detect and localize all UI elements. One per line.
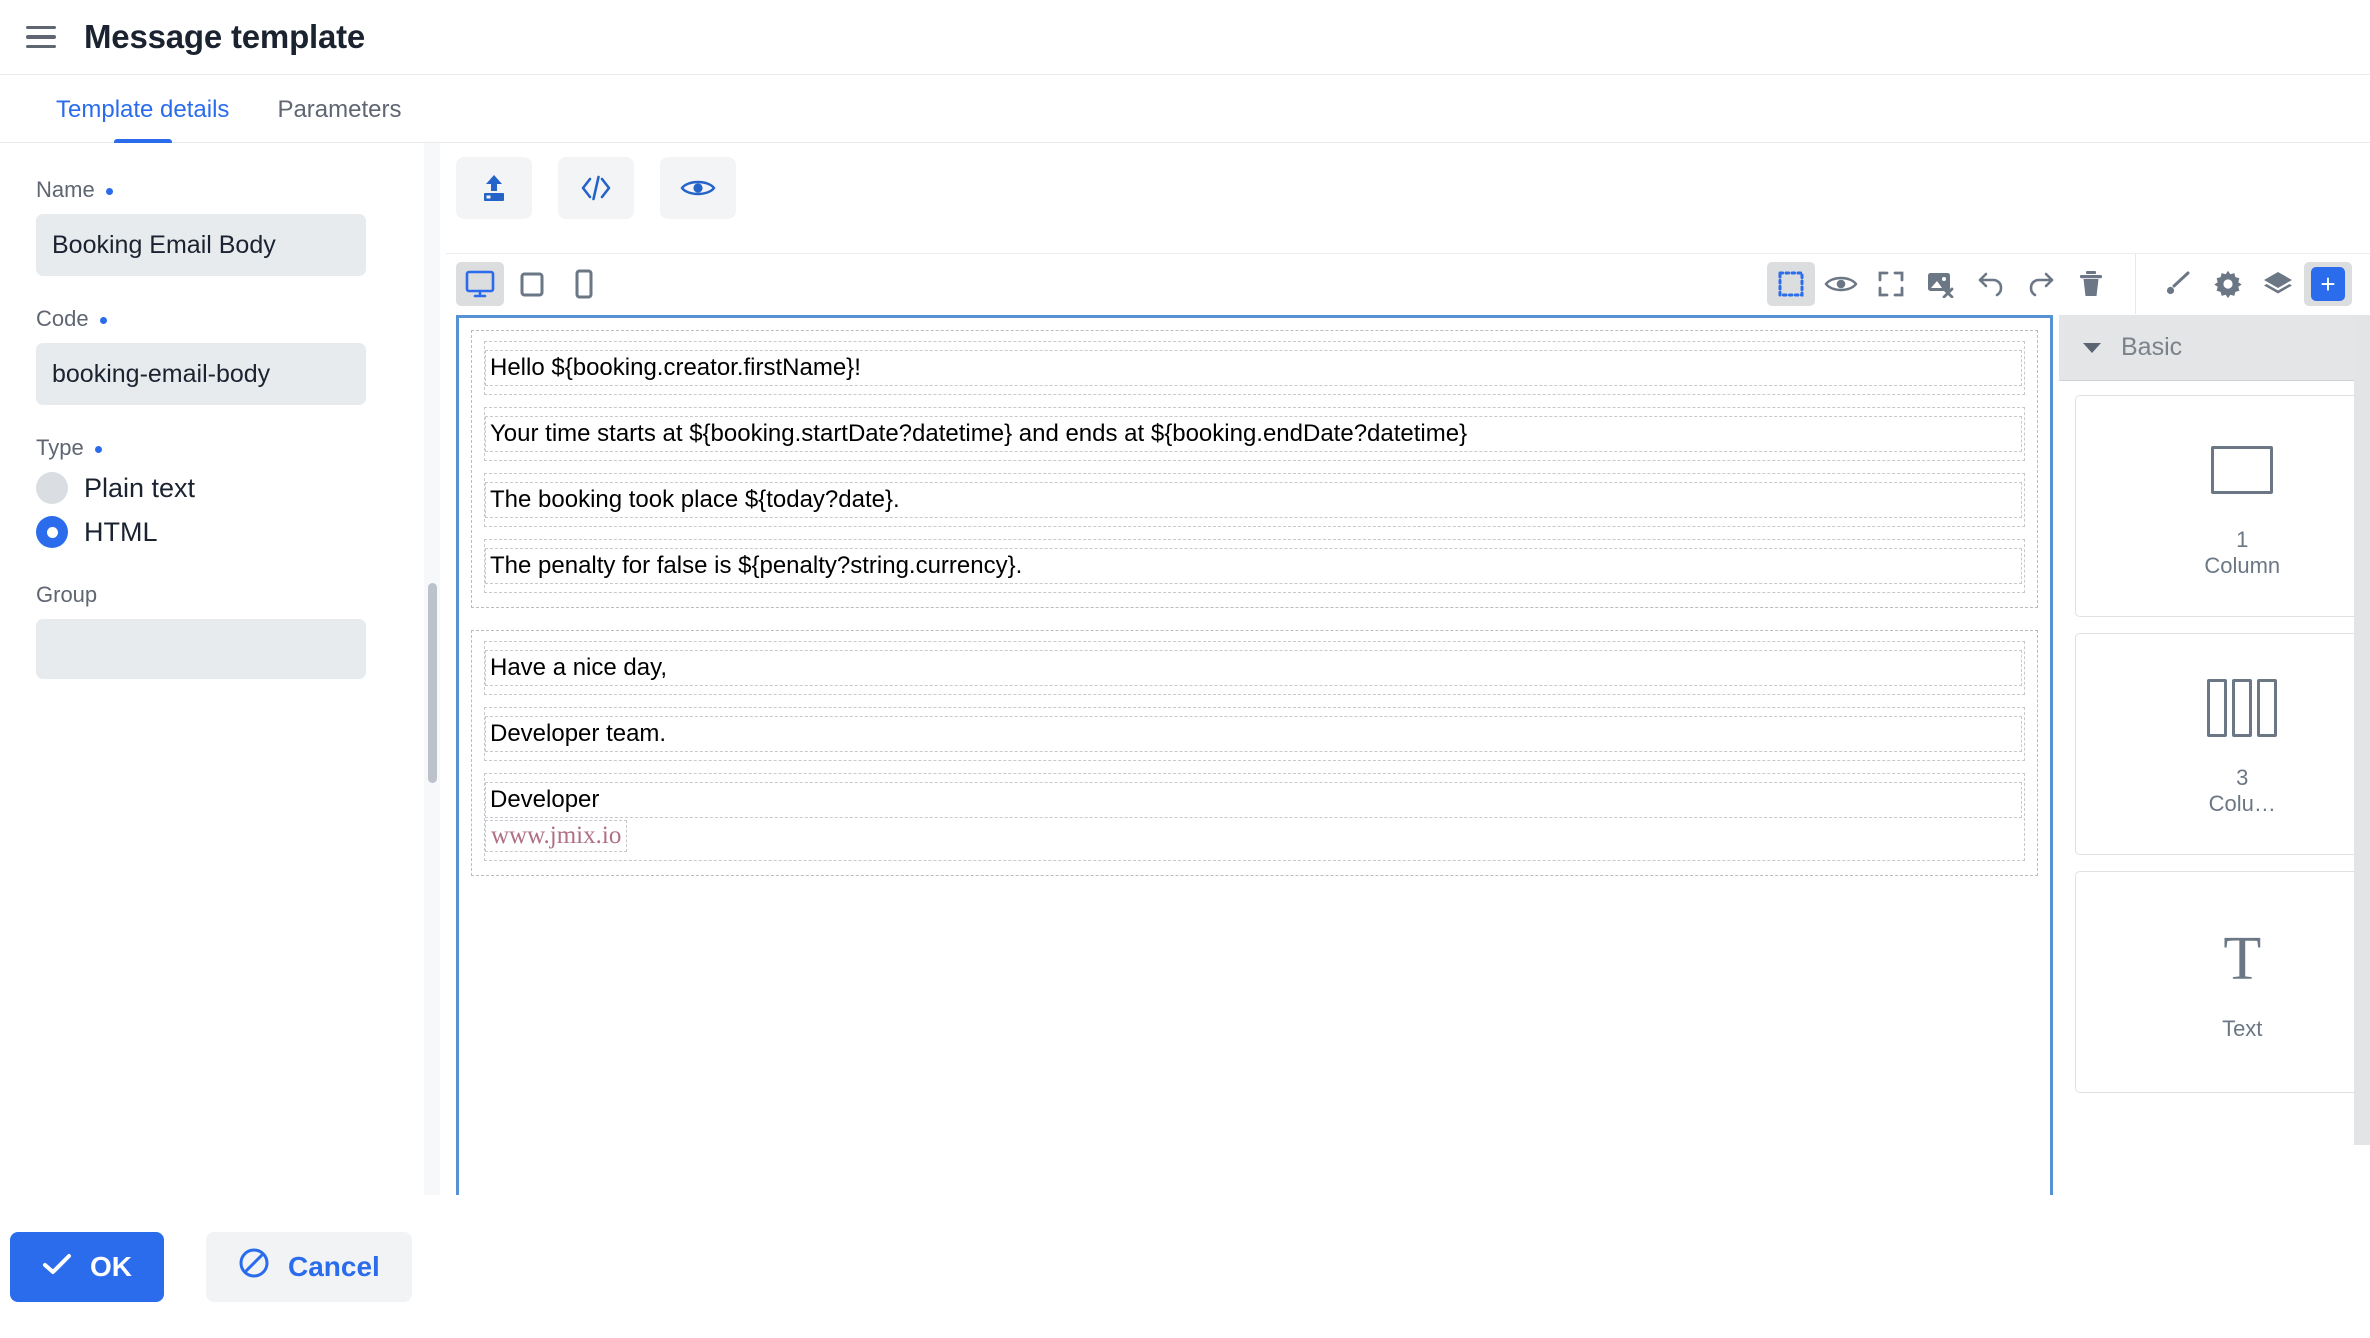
block-3-columns[interactable]: 3 Colu… bbox=[2075, 633, 2370, 855]
plus-glyph: + bbox=[2311, 266, 2345, 301]
trash-icon[interactable] bbox=[2067, 262, 2115, 306]
form-scrollbar-thumb[interactable] bbox=[428, 583, 437, 783]
layers-icon[interactable] bbox=[2254, 262, 2302, 306]
radio-html-indicator bbox=[36, 516, 68, 548]
canvas-row[interactable]: Developer team. bbox=[484, 707, 2025, 761]
canvas-section[interactable]: Hello ${booking.creator.firstName}! Your… bbox=[471, 330, 2038, 608]
canvas-row[interactable]: Your time starts at ${booking.startDate?… bbox=[484, 407, 2025, 461]
radio-plain-text-indicator bbox=[36, 472, 68, 504]
brush-icon[interactable] bbox=[2154, 262, 2202, 306]
group-field bbox=[36, 619, 366, 679]
canvas-link[interactable]: www.jmix.io bbox=[485, 820, 628, 852]
cancel-button-label: Cancel bbox=[288, 1250, 380, 1282]
radio-html-label: HTML bbox=[84, 516, 158, 547]
workspace: Name Code Type Plain text HTML Group bbox=[0, 143, 2370, 1338]
panel-switcher: + bbox=[2154, 261, 2370, 306]
tab-template-details[interactable]: Template details bbox=[56, 96, 229, 142]
blocks-category-basic[interactable]: Basic bbox=[2059, 315, 2370, 381]
radio-html[interactable]: HTML bbox=[36, 516, 384, 548]
canvas-text-cell[interactable]: Developer bbox=[485, 782, 2022, 818]
image-off-icon[interactable] bbox=[1917, 262, 1965, 306]
name-label-text: Name bbox=[36, 177, 95, 202]
type-label-text: Type bbox=[36, 435, 84, 460]
email-canvas[interactable]: Hello ${booking.creator.firstName}! Your… bbox=[456, 315, 2053, 1334]
device-switcher bbox=[446, 261, 608, 306]
canvas-row[interactable]: The penalty for false is ${penalty?strin… bbox=[484, 539, 2025, 593]
type-field-label: Type bbox=[36, 435, 384, 461]
group-input[interactable] bbox=[36, 619, 366, 679]
check-icon bbox=[42, 1251, 72, 1283]
group-field-label: Group bbox=[36, 582, 384, 608]
required-dot-icon bbox=[99, 316, 107, 324]
block-label: Text bbox=[2222, 1016, 2263, 1042]
upload-icon[interactable] bbox=[456, 157, 532, 219]
one-column-icon bbox=[2211, 433, 2274, 507]
canvas-section[interactable]: Have a nice day, Developer team. Develop… bbox=[471, 630, 2038, 876]
block-1-column[interactable]: 1 Column bbox=[2075, 395, 2370, 617]
toolbar-divider bbox=[2135, 253, 2136, 314]
required-dot-icon bbox=[94, 445, 102, 453]
group-label-text: Group bbox=[36, 582, 98, 607]
blocks-panel-scrollbar[interactable] bbox=[2354, 315, 2370, 1334]
radio-plain-text-label: Plain text bbox=[84, 472, 196, 503]
editor-action-bar bbox=[446, 143, 2370, 219]
canvas-text-cell[interactable]: Hello ${booking.creator.firstName}! bbox=[485, 350, 2022, 386]
canvas-toolbar: + bbox=[446, 253, 2370, 314]
tablet-icon[interactable] bbox=[508, 262, 556, 306]
canvas-text-cell[interactable]: Have a nice day, bbox=[485, 650, 2022, 686]
code-icon[interactable] bbox=[558, 157, 634, 219]
hamburger-menu-icon[interactable] bbox=[18, 14, 64, 60]
ok-button-label: OK bbox=[90, 1250, 132, 1282]
block-text[interactable]: T Text bbox=[2075, 871, 2370, 1093]
canvas-row[interactable]: The booking took place ${today?date}. bbox=[484, 473, 2025, 527]
redo-icon[interactable] bbox=[2017, 262, 2065, 306]
caret-down-icon bbox=[2083, 342, 2101, 353]
blocks-category-label: Basic bbox=[2121, 333, 2183, 361]
page-title: Message template bbox=[84, 18, 366, 55]
tab-bar: Template details Parameters bbox=[0, 75, 2370, 143]
fullscreen-icon[interactable] bbox=[1867, 262, 1915, 306]
radio-plain-text[interactable]: Plain text bbox=[36, 472, 384, 504]
code-label-text: Code bbox=[36, 306, 89, 331]
blocks-grid: 1 Column 2 Colu… 3 Colu… bbox=[2059, 381, 2370, 1093]
cancel-button[interactable]: Cancel bbox=[206, 1231, 412, 1302]
ban-icon bbox=[238, 1247, 270, 1286]
required-dot-icon bbox=[105, 187, 113, 195]
canvas-row[interactable]: Have a nice day, bbox=[484, 641, 2025, 695]
template-details-form: Name Code Type Plain text HTML Group bbox=[0, 143, 420, 1338]
dashed-square-icon[interactable] bbox=[1767, 261, 1815, 306]
text-icon: T bbox=[2223, 925, 2262, 994]
three-columns-icon bbox=[2207, 671, 2278, 745]
blocks-panel-scrollbar-thumb[interactable] bbox=[2354, 315, 2370, 1145]
code-field-label: Code bbox=[36, 306, 384, 332]
desktop-icon[interactable] bbox=[456, 261, 504, 306]
name-input[interactable] bbox=[36, 214, 366, 276]
block-label: 1 Column bbox=[2204, 527, 2281, 578]
ok-button[interactable]: OK bbox=[10, 1231, 164, 1302]
form-scrollbar[interactable] bbox=[424, 143, 440, 1338]
canvas-row[interactable]: Hello ${booking.creator.firstName}! bbox=[484, 341, 2025, 395]
editor-region: + Hello ${booking.creator.firstName}! Yo… bbox=[446, 143, 2370, 1338]
app-header: Message template bbox=[0, 0, 2370, 75]
gear-icon[interactable] bbox=[2204, 262, 2252, 306]
plus-icon[interactable]: + bbox=[2304, 261, 2352, 306]
canvas-text-cell[interactable]: The booking took place ${today?date}. bbox=[485, 482, 2022, 518]
tab-parameters[interactable]: Parameters bbox=[277, 96, 401, 142]
blocks-panel: Basic 1 Column 2 Colu… bbox=[2059, 315, 2370, 1334]
canvas-options bbox=[1767, 261, 2115, 306]
code-input[interactable] bbox=[36, 343, 366, 405]
canvas-text-cell[interactable]: Your time starts at ${booking.startDate?… bbox=[485, 416, 2022, 452]
undo-icon[interactable] bbox=[1967, 262, 2015, 306]
block-label: 3 Colu… bbox=[2208, 765, 2276, 816]
eye-icon[interactable] bbox=[660, 157, 736, 219]
name-field-label: Name bbox=[36, 177, 384, 203]
canvas-text-cell[interactable]: The penalty for false is ${penalty?strin… bbox=[485, 548, 2022, 584]
canvas-row[interactable]: Developer www.jmix.io bbox=[484, 773, 2025, 861]
eye-icon[interactable] bbox=[1817, 262, 1865, 306]
mobile-icon[interactable] bbox=[560, 262, 608, 306]
canvas-text-cell[interactable]: Developer team. bbox=[485, 716, 2022, 752]
dialog-footer: OK Cancel bbox=[0, 1195, 2370, 1338]
